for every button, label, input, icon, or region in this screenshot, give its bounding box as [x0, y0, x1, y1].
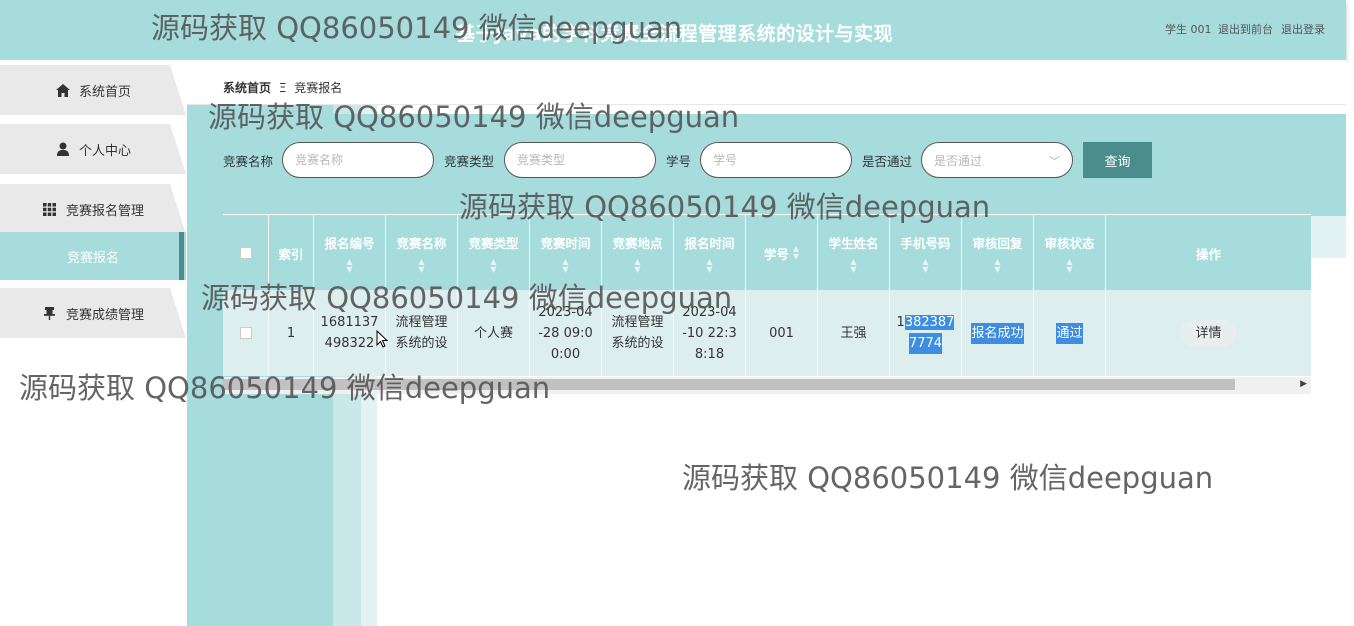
sort-icon[interactable]: ▲ ▼ [490, 257, 496, 274]
student-no-input[interactable] [700, 142, 852, 178]
mouse-cursor-icon [376, 330, 388, 348]
col-comp-type[interactable]: 竞赛类型 ▲ ▼ [458, 215, 530, 291]
pin-icon [42, 305, 58, 321]
competition-type-label: 竞赛类型 [444, 154, 495, 169]
row-checkbox[interactable] [239, 327, 252, 339]
cell-comp-place: 流程管理 系统的设 [602, 290, 674, 376]
col-phone[interactable]: 手机号码 ▲ ▼ [890, 215, 962, 291]
logout-link[interactable]: 退出登录 [1281, 21, 1325, 37]
sort-icon[interactable]: ▲ ▼ [346, 257, 352, 274]
sidebar-item-registration-mgmt[interactable]: 竞赛报名管理 [0, 184, 186, 234]
competition-type-input[interactable] [504, 142, 656, 178]
top-header: 基于Java的学科竞赛全流程管理系统的设计与实现 学生 001 退出到前台 退出… [0, 0, 1346, 60]
scrollbar-thumb[interactable] [223, 379, 1235, 390]
pass-select[interactable]: 是否通过 ﹀ [921, 142, 1073, 178]
sidebar-item-label: 个人中心 [78, 143, 131, 159]
cell-actions: 详情 [1106, 290, 1311, 376]
sort-icon[interactable]: ▲ ▼ [793, 245, 799, 261]
sidebar-item-label: 竞赛报名管理 [65, 203, 144, 219]
pass-select-placeholder: 是否通过 [934, 153, 983, 168]
chevron-down-icon: ﹀ [1049, 155, 1060, 168]
query-button[interactable]: 查询 [1083, 142, 1152, 178]
cell-status: 通过 [1034, 290, 1106, 376]
sidebar-item-label: 竞赛报名 [66, 250, 119, 266]
app-window: 基于Java的学科竞赛全流程管理系统的设计与实现 学生 001 退出到前台 退出… [0, 0, 1354, 626]
col-comp-name[interactable]: 竞赛名称 ▲ ▼ [386, 215, 458, 291]
table-header: 索引 报名编号 ▲ ▼ 竞赛名称 ▲ ▼ 竞赛类型 ▲ ▼ 竞赛时间 ▲ ▼ 竞赛地点 ▲ ▼ 报名… [223, 214, 1311, 291]
back-to-front-link[interactable]: 退出到前台 [1218, 21, 1273, 37]
col-reply[interactable]: 审核回复 ▲ ▼ [962, 215, 1034, 291]
col-status[interactable]: 审核状态 ▲ ▼ [1034, 215, 1106, 291]
cell-comp-name: 流程管理 系统的设 [386, 290, 458, 376]
sidebar-item-label: 系统首页 [78, 84, 131, 100]
cell-comp-type: 个人赛 [458, 290, 530, 376]
grid-icon [42, 201, 58, 217]
horizontal-scrollbar[interactable]: ▶ [223, 377, 1311, 394]
breadcrumb: 系统首页 Ξ 竞赛报名 [223, 79, 342, 96]
student-no-label: 学号 [666, 154, 692, 169]
cell-index: 1 [269, 290, 314, 376]
col-student-no[interactable]: 学号 ▲ ▼ [746, 215, 818, 291]
cell-student-name: 王强 [818, 290, 890, 376]
competition-name-input[interactable] [282, 142, 434, 178]
sort-icon[interactable]: ▲ ▼ [922, 257, 928, 274]
home-icon [55, 82, 71, 98]
sidebar: 系统首页 个人中心 竞赛报名管理 竞赛报名 竞赛成绩管理 [0, 60, 187, 626]
sort-icon[interactable]: ▲ ▼ [850, 257, 856, 274]
breadcrumb-home[interactable]: 系统首页 [223, 81, 271, 95]
row-select-cell [223, 290, 269, 376]
cell-phone: 1382387 7774 [890, 290, 962, 376]
sort-icon[interactable]: ▲ ▼ [562, 257, 568, 274]
user-icon [55, 141, 71, 157]
col-reg-time[interactable]: 报名时间 ▲ ▼ [674, 215, 746, 291]
pass-label: 是否通过 [862, 154, 913, 169]
sort-icon[interactable]: ▲ ▼ [706, 257, 712, 274]
detail-button[interactable]: 详情 [1181, 319, 1236, 347]
sidebar-item-registration[interactable]: 竞赛报名 [0, 232, 186, 280]
col-student-name[interactable]: 学生姓名 ▲ ▼ [818, 215, 890, 291]
sidebar-item-label: 竞赛成绩管理 [65, 307, 144, 323]
select-all-cell [223, 215, 269, 291]
competition-name-label: 竞赛名称 [223, 154, 274, 169]
scroll-right-icon[interactable]: ▶ [1300, 379, 1307, 389]
col-reg-no[interactable]: 报名编号 ▲ ▼ [314, 215, 386, 291]
cell-student-no: 001 [746, 290, 818, 376]
sort-icon[interactable]: ▲ ▼ [418, 257, 424, 274]
col-comp-place[interactable]: 竞赛地点 ▲ ▼ [602, 215, 674, 291]
select-all-checkbox[interactable] [239, 247, 252, 259]
breadcrumb-separator: Ξ [278, 81, 287, 95]
sidebar-item-home[interactable]: 系统首页 [0, 65, 186, 115]
sort-icon[interactable]: ▲ ▼ [634, 257, 640, 274]
page-title: 基于Java的学科竞赛全流程管理系统的设计与实现 [456, 23, 894, 45]
col-index: 索引 [269, 215, 314, 291]
cell-reg-time: 2023-04 -10 22:3 8:18 [674, 290, 746, 376]
sidebar-item-profile[interactable]: 个人中心 [0, 124, 186, 174]
col-actions: 操作 [1195, 246, 1221, 262]
user-label: 学生 001 [1165, 23, 1212, 36]
breadcrumb-current: 竞赛报名 [294, 81, 343, 95]
col-comp-time[interactable]: 竞赛时间 ▲ ▼ [530, 215, 602, 291]
sidebar-item-score-mgmt[interactable]: 竞赛成绩管理 [0, 288, 186, 338]
cell-comp-time: 2023-04 -28 09:0 0:00 [530, 290, 602, 376]
sort-icon[interactable]: ▲ ▼ [994, 257, 1000, 274]
sort-icon[interactable]: ▲ ▼ [1066, 257, 1072, 274]
cell-reply: 报名成功 [962, 290, 1034, 376]
